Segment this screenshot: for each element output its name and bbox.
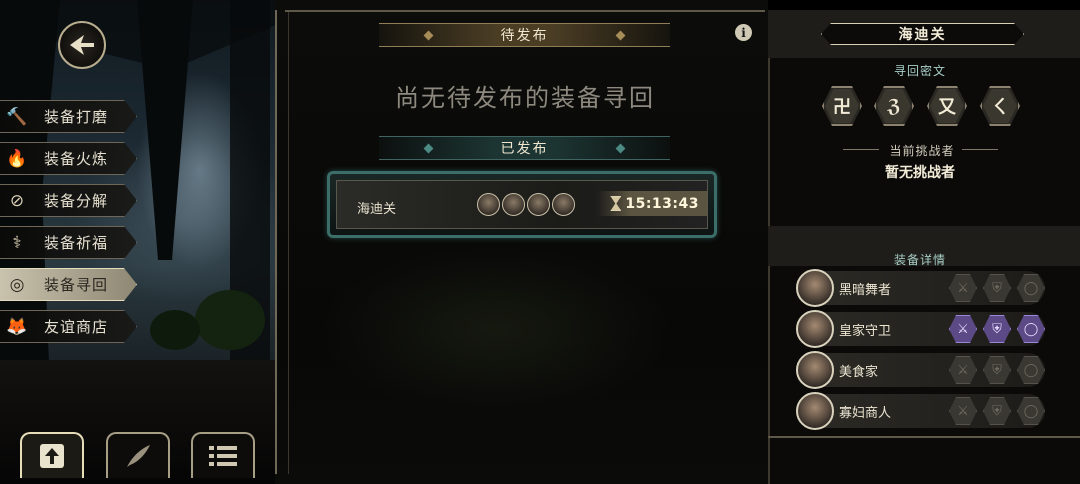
weapon-slot-icon[interactable]: ⚔ bbox=[949, 356, 977, 384]
diamond-ornament-icon bbox=[423, 143, 434, 154]
hero-name: 皇家守卫 bbox=[839, 324, 892, 339]
nav-item-5[interactable]: 🦊 友谊商店 bbox=[0, 310, 137, 343]
hourglass-icon bbox=[610, 196, 622, 211]
quest-timer: 15:13:43 bbox=[597, 191, 707, 216]
quest-card-body: 海迪关 15:13:43 bbox=[336, 180, 708, 229]
nav-item-label: 装备打磨 bbox=[44, 108, 109, 126]
hero-name: 寡妇商人 bbox=[839, 406, 892, 421]
nav-item-label: 友谊商店 bbox=[44, 318, 109, 336]
published-section-title: 已发布 bbox=[500, 141, 549, 157]
hero-name: 美食家 bbox=[839, 365, 879, 380]
nav-item-label: 装备寻回 bbox=[44, 276, 109, 294]
nav-item-0[interactable]: 🔨 装备打磨 bbox=[0, 100, 137, 133]
published-section-banner: 已发布 bbox=[379, 136, 670, 160]
quest-title: 海迪关 bbox=[898, 27, 947, 43]
quest-title-plate: 海迪关 bbox=[821, 23, 1024, 45]
diamond-ornament-icon bbox=[615, 143, 626, 154]
glyph-symbol-icon: ℨ bbox=[877, 89, 911, 123]
disassemble-icon: ⊘ bbox=[9, 190, 25, 211]
diamond-ornament-icon bbox=[423, 30, 434, 41]
hero-name: 黑暗舞者 bbox=[839, 283, 892, 298]
armor-slot-icon[interactable]: ⛨ bbox=[983, 274, 1011, 302]
ring-slot-icon[interactable]: ◯ bbox=[1017, 397, 1045, 425]
pending-section-banner: 待发布 bbox=[379, 23, 670, 47]
pray-icon: ⚕ bbox=[12, 232, 22, 253]
hero-portrait-icon bbox=[527, 193, 550, 216]
flame-icon: 🔥 bbox=[6, 148, 28, 169]
hero-portrait-icon bbox=[796, 392, 834, 430]
frame-top-line bbox=[285, 10, 765, 12]
nav-item-2[interactable]: ⊘ 装备分解 bbox=[0, 184, 137, 217]
back-button[interactable] bbox=[58, 21, 106, 69]
hero-portrait-icon bbox=[796, 269, 834, 307]
nav-item-label: 装备祈福 bbox=[44, 234, 109, 252]
hammer-icon: 🔨 bbox=[6, 106, 28, 127]
published-quest-card[interactable]: 海迪关 15:13:43 bbox=[327, 171, 717, 238]
ring-slot-icon[interactable]: ◯ bbox=[1017, 356, 1045, 384]
equip-heading: 装备详情 bbox=[893, 253, 946, 267]
hero-row[interactable]: 黑暗舞者 ⚔ ⛨ ◯ bbox=[796, 269, 1045, 307]
nav-item-label: 装备火炼 bbox=[44, 150, 109, 168]
armor-slot-icon[interactable]: ⛨ bbox=[983, 356, 1011, 384]
glyph-symbol-icon: 卍 bbox=[825, 89, 859, 123]
back-arrow-icon bbox=[70, 35, 94, 55]
list-tab-button[interactable] bbox=[191, 432, 255, 478]
ring-slot-icon[interactable]: ◯ bbox=[1017, 315, 1045, 343]
feather-icon bbox=[127, 445, 150, 467]
nav-item-1[interactable]: 🔥 装备火炼 bbox=[0, 142, 137, 175]
armor-slot-icon[interactable]: ⛨ bbox=[983, 397, 1011, 425]
glyph-symbol-icon: 又 bbox=[930, 89, 964, 123]
quest-name: 海迪关 bbox=[357, 202, 397, 217]
hero-row[interactable]: 寡妇商人 ⚔ ⛨ ◯ bbox=[796, 392, 1045, 430]
nav-item-3[interactable]: ⚕ 装备祈福 bbox=[0, 226, 137, 259]
upload-icon bbox=[40, 444, 64, 468]
hero-row[interactable]: 美食家 ⚔ ⛨ ◯ bbox=[796, 351, 1045, 389]
quest-timer-text: 15:13:43 bbox=[625, 195, 699, 212]
nav-item-4[interactable]: ◎ 装备寻回 bbox=[0, 268, 137, 301]
challenger-heading: 当前挑战者 bbox=[889, 144, 955, 158]
hero-portrait-icon bbox=[796, 310, 834, 348]
fox-icon: 🦊 bbox=[6, 316, 28, 337]
list-icon bbox=[209, 446, 237, 466]
hero-portrait-icon bbox=[502, 193, 525, 216]
weapon-slot-icon[interactable]: ⚔ bbox=[949, 274, 977, 302]
frame-bottom-line bbox=[768, 436, 1080, 438]
hero-portrait-icon bbox=[552, 193, 575, 216]
feather-tab-button[interactable] bbox=[106, 432, 170, 478]
cipher-heading: 寻回密文 bbox=[893, 64, 946, 78]
challenger-value: 暂无挑战者 bbox=[885, 165, 955, 181]
upload-tab-button[interactable] bbox=[20, 432, 84, 478]
ring-slot-icon[interactable]: ◯ bbox=[1017, 274, 1045, 302]
target-icon: ◎ bbox=[9, 274, 25, 295]
info-icon[interactable]: i bbox=[735, 24, 752, 41]
divider bbox=[843, 149, 879, 150]
weapon-slot-icon[interactable]: ⚔ bbox=[949, 315, 977, 343]
glyph-symbol-icon: ㄑ bbox=[983, 89, 1017, 123]
pending-empty-text: 尚无待发布的装备寻回 bbox=[395, 84, 655, 112]
hero-portrait-icon bbox=[477, 193, 500, 216]
quest-hero-portraits bbox=[477, 193, 575, 216]
hero-row[interactable]: 皇家守卫 ⚔ ⛨ ◯ bbox=[796, 310, 1045, 348]
pending-section-title: 待发布 bbox=[500, 28, 549, 44]
armor-slot-icon[interactable]: ⛨ bbox=[983, 315, 1011, 343]
nav-item-label: 装备分解 bbox=[44, 192, 109, 210]
diamond-ornament-icon bbox=[615, 30, 626, 41]
frame-border bbox=[275, 10, 289, 474]
center-panel bbox=[275, 0, 768, 484]
hero-portrait-icon bbox=[796, 351, 834, 389]
weapon-slot-icon[interactable]: ⚔ bbox=[949, 397, 977, 425]
divider bbox=[962, 149, 998, 150]
